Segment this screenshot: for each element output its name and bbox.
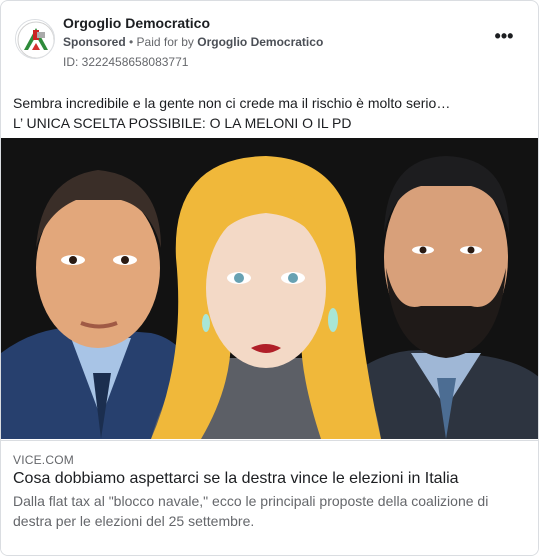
link-description: Dalla flat tax al "blocco navale," ecco … — [13, 493, 489, 529]
more-options-button[interactable]: ••• — [490, 27, 518, 49]
sponsored-label: Sponsored — [63, 35, 126, 49]
page-name-link[interactable]: Orgoglio Democratico — [63, 15, 210, 31]
illustration-three-politicians — [1, 138, 538, 439]
ad-id: ID: 3222458658083771 — [63, 55, 189, 69]
link-domain: VICE.COM — [13, 453, 74, 467]
post-body-text: Sembra incredibile e la gente non ci cre… — [13, 93, 526, 133]
post-body-line-1: Sembra incredibile e la gente non ci cre… — [13, 95, 451, 111]
post-header: Orgoglio Democratico Sponsored • Paid fo… — [13, 11, 526, 71]
paid-for-prefix: Paid for by — [136, 35, 198, 49]
post-image[interactable] — [1, 138, 538, 439]
sponsored-post-card: Orgoglio Democratico Sponsored • Paid fo… — [0, 0, 539, 556]
sponsored-line: Sponsored • Paid for by Orgoglio Democra… — [63, 35, 323, 49]
link-headline[interactable]: Cosa dobbiamo aspettarci se la destra vi… — [13, 469, 528, 489]
paid-for-by-name: Orgoglio Democratico — [197, 35, 324, 49]
link-preview[interactable]: VICE.COM Cosa dobbiamo aspettarci se la … — [1, 440, 538, 555]
page-avatar[interactable] — [15, 19, 55, 59]
post-body-line-2: L’ UNICA SCELTA POSSIBILE: O LA MELONI O… — [13, 115, 352, 131]
party-logo-icon — [16, 20, 54, 58]
separator-dot: • — [125, 35, 137, 49]
